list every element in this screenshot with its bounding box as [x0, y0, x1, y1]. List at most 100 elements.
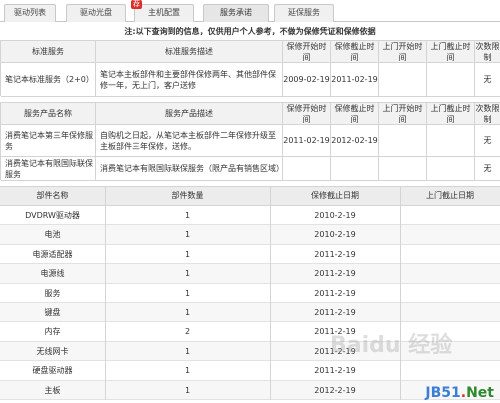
column-divider [105, 186, 106, 400]
tab-extended-warranty[interactable]: 延保服务 [274, 4, 334, 22]
product-count-limit: 无 [475, 125, 500, 157]
part-qty: 1 [184, 230, 191, 240]
tab-label: 主机配置 [148, 8, 180, 17]
part-warranty-end: 2011-2-19 [314, 288, 356, 298]
part-warranty-end: 2010-2-19 [314, 230, 356, 240]
tab-label: 服务承诺 [220, 8, 252, 17]
product-desc: 消费笔记本有限国际联保服务（限产品有销售区域） [96, 157, 283, 181]
table-row: 硬盘驱动器 1 2011-2-19 [0, 361, 500, 381]
part-name: 内存 [44, 327, 61, 337]
part-name: 硬盘驱动器 [32, 366, 73, 376]
header-part-qty: 部件数量 [171, 191, 204, 200]
header-warranty-end: 保修截止时间 [331, 103, 379, 125]
tab-label: 驱动光盘 [80, 8, 112, 17]
standard-service-table: 标准服务 标准服务描述 保修开始时间 保修截止时间 上门开始时间 上门截止时间 … [0, 40, 500, 97]
part-name: 服务 [44, 288, 61, 298]
part-name: 主板 [44, 385, 61, 395]
table-row: DVDRW驱动器 1 2010-2-19 [0, 206, 500, 226]
part-qty: 1 [184, 211, 191, 220]
recommend-badge: 荐 [131, 0, 142, 9]
standard-warranty-start: 2009-02-19 [283, 63, 331, 97]
part-name: DVDRW驱动器 [25, 211, 80, 220]
standard-service-desc: 笔记本主板部件和主要部件保修两年、其他部件保修一年，无上门，客户送修 [96, 63, 283, 97]
product-desc: 自购机之日起，从笔记本主板部件二年保修升级至主板部件三年保修，送修。 [96, 125, 283, 157]
part-onsite-end [400, 284, 500, 303]
header-onsite-start: 上门开始时间 [379, 41, 427, 63]
product-warranty-start [283, 157, 331, 181]
site-watermark: JB51.Net [425, 385, 494, 401]
product-count-limit: 无 [475, 157, 500, 181]
part-onsite-end [400, 303, 500, 322]
header-count-limit: 次数限制 [475, 103, 500, 125]
part-qty: 1 [184, 288, 191, 298]
product-onsite-end [427, 125, 475, 157]
part-name: 电池 [44, 230, 61, 240]
part-qty: 1 [184, 385, 191, 395]
part-warranty-end: 2011-2-19 [314, 366, 356, 376]
part-warranty-end: 2011-2-19 [314, 249, 356, 259]
part-qty: 2 [184, 327, 191, 337]
part-name: 电源适配器 [32, 249, 73, 259]
standard-onsite-end [427, 63, 475, 97]
header-onsite-start: 上门开始时间 [379, 103, 427, 125]
header-warranty-start: 保修开始时间 [283, 41, 331, 63]
standard-onsite-start [379, 63, 427, 97]
tab-label: 延保服务 [288, 8, 320, 17]
header-product-name: 服务产品名称 [1, 103, 96, 125]
part-qty: 1 [184, 366, 191, 376]
header-warranty-start: 保修开始时间 [283, 103, 331, 125]
column-divider [400, 186, 401, 400]
table-row: 电源线 1 2011-2-19 [0, 264, 500, 284]
part-onsite-end [400, 245, 500, 264]
header-standard-desc: 标准服务描述 [96, 41, 283, 63]
part-qty: 1 [184, 249, 191, 259]
part-onsite-end [400, 361, 500, 380]
part-warranty-end: 2011-2-19 [314, 269, 356, 279]
header-onsite-end: 上门截止时间 [427, 103, 475, 125]
table-row: 电池 1 2010-2-19 [0, 225, 500, 245]
part-name: 无线网卡 [36, 346, 69, 356]
part-qty: 1 [184, 346, 191, 356]
watermark-site: JB51 [425, 385, 461, 401]
table-row: 服务 1 2011-2-19 [0, 284, 500, 303]
part-warranty-end: 2011-2-19 [314, 308, 356, 317]
header-standard-service: 标准服务 [1, 41, 96, 63]
part-onsite-end [400, 206, 500, 225]
header-count-limit: 次数限制 [475, 41, 500, 63]
part-name: 电源线 [40, 269, 65, 279]
product-warranty-start: 2011-02-19 [283, 125, 331, 157]
product-onsite-start [379, 157, 427, 181]
tab-driver-list[interactable]: 驱动列表 [4, 4, 56, 22]
product-onsite-start [379, 125, 427, 157]
standard-warranty-end: 2011-02-19 [331, 63, 379, 97]
header-warranty-end: 保修截止时间 [331, 41, 379, 63]
disclaimer-note: 注:以下查询到的信息，仅供用户个人参考，不做为保修凭证和保修依据 [124, 27, 376, 36]
part-qty: 1 [184, 269, 191, 279]
tab-service-commitment[interactable]: 服务承诺 [203, 4, 269, 22]
tab-bar: 驱动列表 驱动光盘 主机配置荐 服务承诺 延保服务 [0, 0, 500, 22]
tab-driver-cd[interactable]: 驱动光盘 [66, 4, 126, 22]
header-warranty-end-date: 保修截止日期 [311, 191, 359, 200]
product-name: 消费笔记本第三年保修服务 [1, 125, 96, 157]
header-onsite-end: 上门截止时间 [427, 41, 475, 63]
header-product-desc: 服务产品描述 [96, 103, 283, 125]
header-onsite-end-date: 上门截止日期 [426, 191, 474, 200]
product-warranty-end: 2012-02-19 [331, 125, 379, 157]
part-warranty-end: 2012-2-19 [314, 385, 356, 395]
part-onsite-end [400, 225, 500, 244]
header-part-name: 部件名称 [36, 191, 69, 200]
product-warranty-end [331, 157, 379, 181]
service-products-table: 服务产品名称 服务产品描述 保修开始时间 保修截止时间 上门开始时间 上门截止时… [0, 102, 500, 181]
column-divider [270, 186, 271, 400]
product-onsite-end [427, 157, 475, 181]
tab-label: 驱动列表 [14, 8, 46, 17]
table-row: 键盘 1 2011-2-19 [0, 303, 500, 323]
standard-service-name: 笔记本标准服务（2+0） [1, 63, 96, 97]
parts-header-row: 部件名称 部件数量 保修截止日期 上门截止日期 [0, 186, 500, 206]
watermark-tld: Net [466, 385, 494, 401]
table-row: 电源适配器 1 2011-2-19 [0, 245, 500, 265]
standard-count-limit: 无 [475, 63, 500, 97]
product-name: 消费笔记本有限国际联保服务 [1, 157, 96, 181]
part-onsite-end [400, 264, 500, 283]
tab-host-config[interactable]: 主机配置荐 [131, 0, 194, 22]
